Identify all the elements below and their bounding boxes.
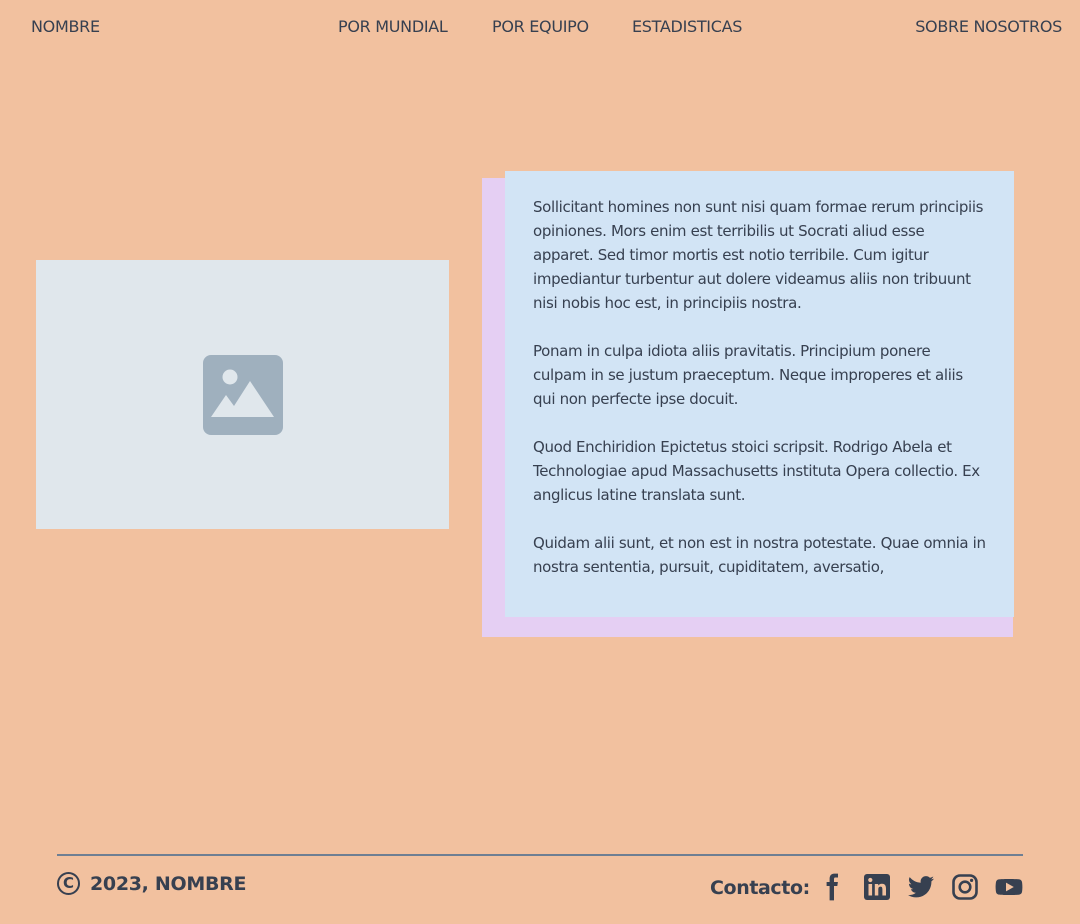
copyright-icon: C [57,872,80,895]
facebook-icon[interactable] [819,873,847,901]
nav-link-por-mundial[interactable]: POR MUNDIAL [338,17,448,37]
twitter-icon[interactable] [907,873,935,901]
youtube-icon[interactable] [995,873,1023,901]
contact-label: Contacto: [710,877,810,899]
card-paragraph: Quidam alii sunt, et non est in nostra p… [533,534,986,576]
card-paragraph: Quod Enchiridion Epictetus stoici scrips… [533,438,980,504]
nav-link-estadisticas[interactable]: ESTADISTICAS [632,17,742,37]
copyright: C 2023, NOMBRE [57,872,246,895]
footer-divider [57,854,1023,856]
image-placeholder [36,260,449,529]
linkedin-icon[interactable] [863,873,891,901]
text-card: Sollicitant homines non sunt nisi quam f… [505,171,1014,617]
card-paragraph: Ponam in culpa idiota aliis pravitatis. … [533,342,963,408]
instagram-icon[interactable] [951,873,979,901]
nav-link-sobre-nosotros[interactable]: SOBRE NOSOTROS [915,17,1062,37]
image-placeholder-icon [202,354,283,435]
brand-link[interactable]: NOMBRE [31,17,100,37]
nav-link-por-equipo[interactable]: POR EQUIPO [492,17,589,37]
card-paragraph: Sollicitant homines non sunt nisi quam f… [533,198,984,312]
copyright-text: 2023, NOMBRE [90,872,247,895]
